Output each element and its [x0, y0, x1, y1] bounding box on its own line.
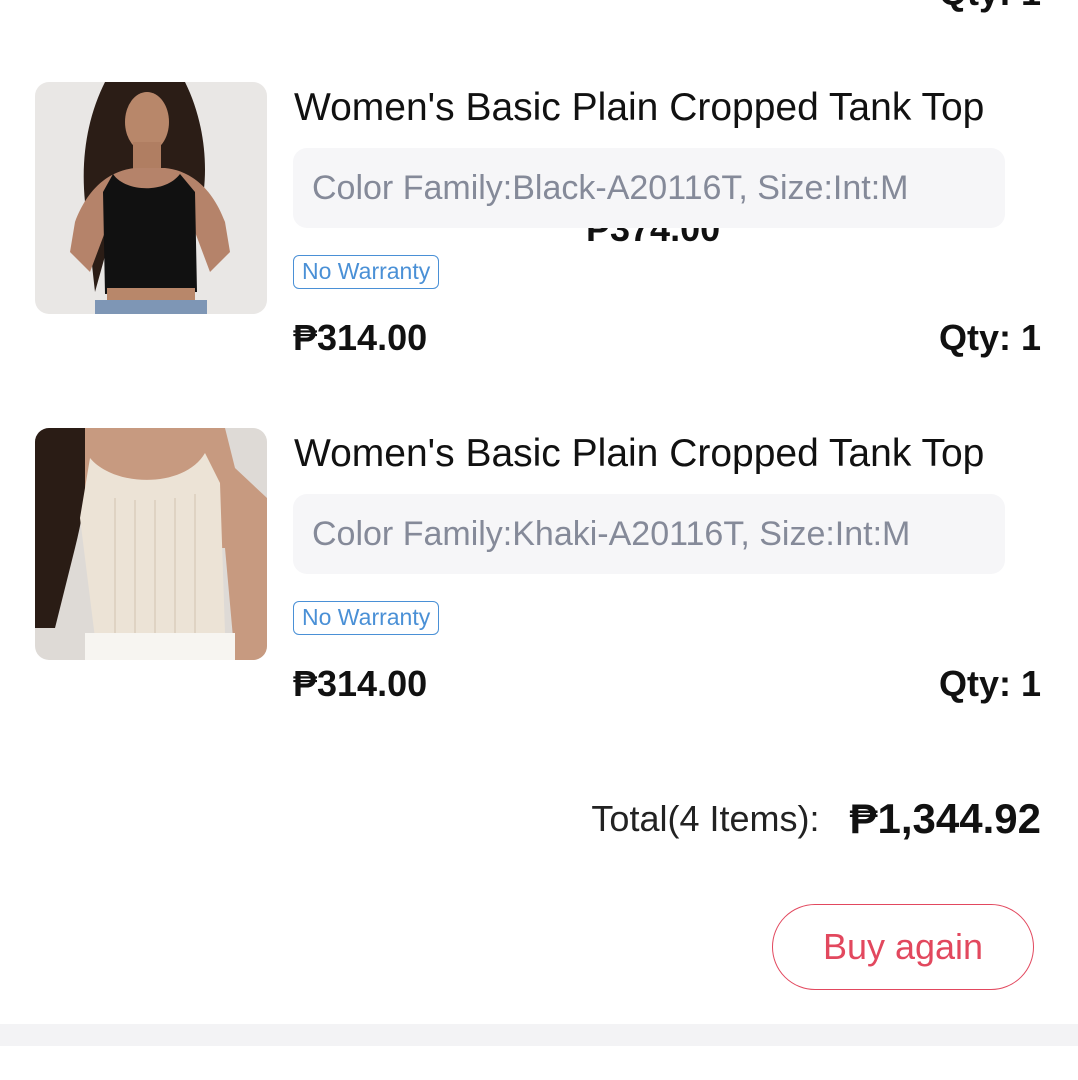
- total-label: Total(4 Items):: [591, 798, 820, 839]
- warranty-badge: No Warranty: [293, 255, 440, 289]
- black-tank-top-photo: [35, 82, 267, 314]
- product-title[interactable]: Women's Basic Plain Cropped Tank Top: [294, 430, 984, 478]
- product-variant: Color Family:Khaki-A20116T, Size:Int:M: [293, 494, 1005, 574]
- order-item[interactable]: Women's Basic Plain Cropped Tank Top Col…: [0, 428, 1078, 718]
- warranty-badge: No Warranty: [293, 601, 440, 635]
- product-qty: Qty: 1: [938, 317, 1041, 358]
- product-qty: Qty: 1: [938, 663, 1041, 704]
- buy-again-button[interactable]: Buy again: [772, 904, 1034, 990]
- order-item[interactable]: Women's Basic Plain Cropped Tank Top Col…: [0, 82, 1078, 372]
- total-value: ₱1,344.92: [849, 795, 1041, 842]
- khaki-tank-top-photo: [35, 428, 267, 660]
- previous-item-summary: ₱374.00 Qty: 1: [293, 0, 1041, 247]
- product-variant: Color Family:Black-A20116T, Size:Int:M: [293, 148, 1005, 228]
- product-price: ₱314.00: [293, 317, 428, 358]
- product-price: ₱314.00: [293, 663, 428, 704]
- product-title[interactable]: Women's Basic Plain Cropped Tank Top: [294, 84, 984, 132]
- product-image[interactable]: [35, 428, 267, 660]
- order-total: Total(4 Items): ₱1,344.92: [591, 794, 1041, 844]
- previous-item-qty: Qty: 1: [939, 0, 1041, 11]
- product-image[interactable]: [35, 82, 267, 314]
- section-divider: [0, 1024, 1078, 1046]
